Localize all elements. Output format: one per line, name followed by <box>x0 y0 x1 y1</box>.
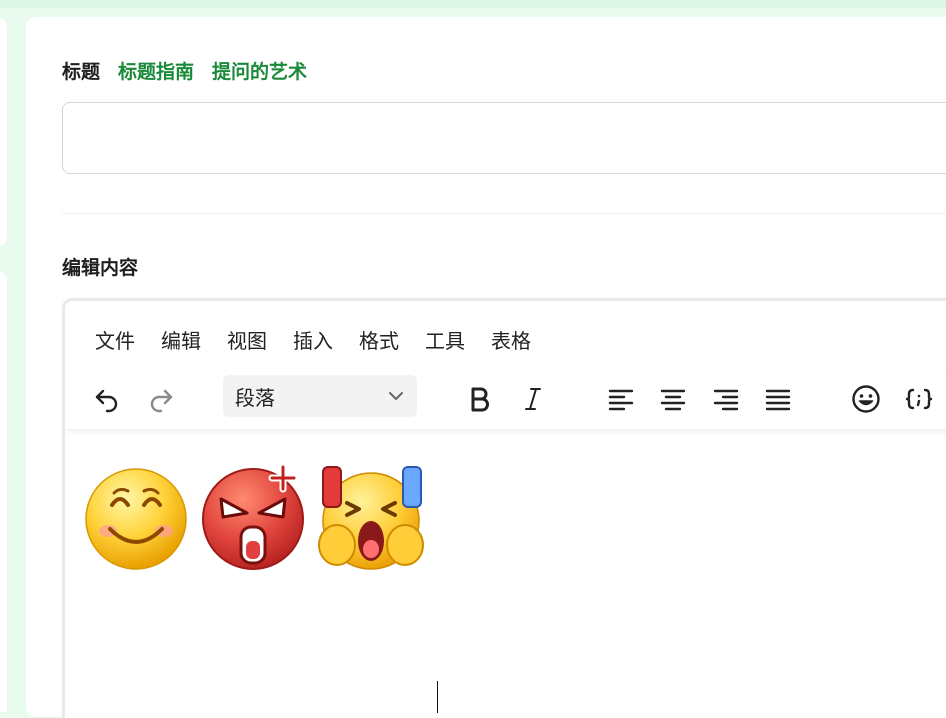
cheering-emoji <box>318 466 424 570</box>
block-format-select[interactable]: 段落 <box>223 375 417 417</box>
title-guide-link[interactable]: 标题指南 <box>118 57 194 84</box>
menu-file[interactable]: 文件 <box>95 325 135 354</box>
chevron-down-icon <box>389 392 403 400</box>
left-sidebar-panel <box>0 18 7 246</box>
title-label-row: 标题 标题指南 提问的艺术 <box>62 57 307 84</box>
redo-button[interactable] <box>141 379 181 419</box>
align-center-button[interactable] <box>653 379 693 419</box>
menu-insert[interactable]: 插入 <box>293 325 333 354</box>
align-right-icon <box>713 389 739 411</box>
angry-emoji <box>202 463 304 570</box>
rich-text-editor: 文件 编辑 视图 插入 格式 工具 表格 段落 <box>62 298 946 718</box>
align-justify-button[interactable] <box>758 379 798 419</box>
undo-icon <box>95 389 118 413</box>
italic-icon <box>525 388 541 410</box>
undo-button[interactable] <box>87 379 127 419</box>
menu-format[interactable]: 格式 <box>359 325 399 354</box>
align-center-icon <box>660 389 686 411</box>
editor-menubar: 文件 编辑 视图 插入 格式 工具 表格 <box>95 325 531 354</box>
emoji-icon <box>852 385 880 413</box>
menu-table[interactable]: 表格 <box>491 325 531 354</box>
bold-button[interactable] <box>460 379 500 419</box>
text-caret <box>437 681 438 713</box>
title-input[interactable] <box>62 102 946 174</box>
editor-toolbar: 段落 <box>65 371 946 429</box>
art-of-asking-link[interactable]: 提问的艺术 <box>212 57 307 84</box>
post-form-card: 标题 标题指南 提问的艺术 编辑内容 文件 编辑 视图 插入 格式 工具 表格 <box>26 17 946 718</box>
left-sidebar-panel-lower <box>0 272 7 712</box>
align-left-icon <box>608 389 634 411</box>
italic-button[interactable] <box>513 379 553 419</box>
content-label: 编辑内容 <box>62 257 139 279</box>
menu-view[interactable]: 视图 <box>227 325 267 354</box>
title-label: 标题 <box>62 61 101 83</box>
align-right-button[interactable] <box>706 379 746 419</box>
emoji-button[interactable] <box>846 379 886 419</box>
editor-content-area[interactable] <box>65 429 946 718</box>
align-justify-icon <box>765 389 791 411</box>
bold-icon <box>471 387 489 412</box>
code-sample-button[interactable] <box>899 379 939 419</box>
code-icon <box>905 388 933 410</box>
block-format-value: 段落 <box>235 385 275 410</box>
menu-tools[interactable]: 工具 <box>425 325 465 354</box>
page-top-strip <box>0 0 946 8</box>
align-left-button[interactable] <box>601 379 641 419</box>
menu-edit[interactable]: 编辑 <box>161 325 201 354</box>
smile-emoji <box>85 468 187 570</box>
redo-icon <box>150 389 173 413</box>
content-label-row: 编辑内容 <box>62 253 138 280</box>
section-divider <box>62 213 946 214</box>
